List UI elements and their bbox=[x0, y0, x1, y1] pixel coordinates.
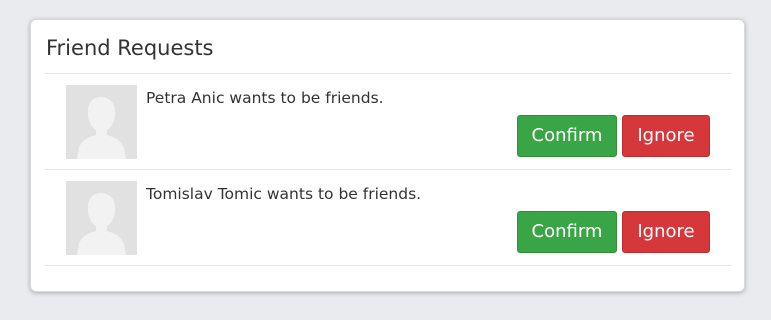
divider bbox=[45, 265, 731, 266]
confirm-button[interactable]: Confirm bbox=[517, 211, 617, 253]
default-avatar-icon bbox=[66, 181, 137, 255]
request-message: Tomislav Tomic wants to be friends. bbox=[146, 185, 422, 203]
friend-request-item: Petra Anic wants to be friends. Confirm … bbox=[66, 85, 726, 181]
ignore-button[interactable]: Ignore bbox=[622, 115, 710, 157]
avatar bbox=[66, 181, 137, 255]
ignore-button[interactable]: Ignore bbox=[622, 211, 710, 253]
default-avatar-icon bbox=[66, 85, 137, 159]
panel-title: Friend Requests bbox=[46, 36, 214, 60]
request-message: Petra Anic wants to be friends. bbox=[146, 89, 384, 107]
divider bbox=[45, 73, 731, 74]
friend-request-item: Tomislav Tomic wants to be friends. Conf… bbox=[66, 181, 726, 277]
friend-requests-panel: Friend Requests Petra Anic wants to be f… bbox=[30, 19, 745, 292]
avatar bbox=[66, 85, 137, 159]
confirm-button[interactable]: Confirm bbox=[517, 115, 617, 157]
divider bbox=[45, 169, 731, 170]
